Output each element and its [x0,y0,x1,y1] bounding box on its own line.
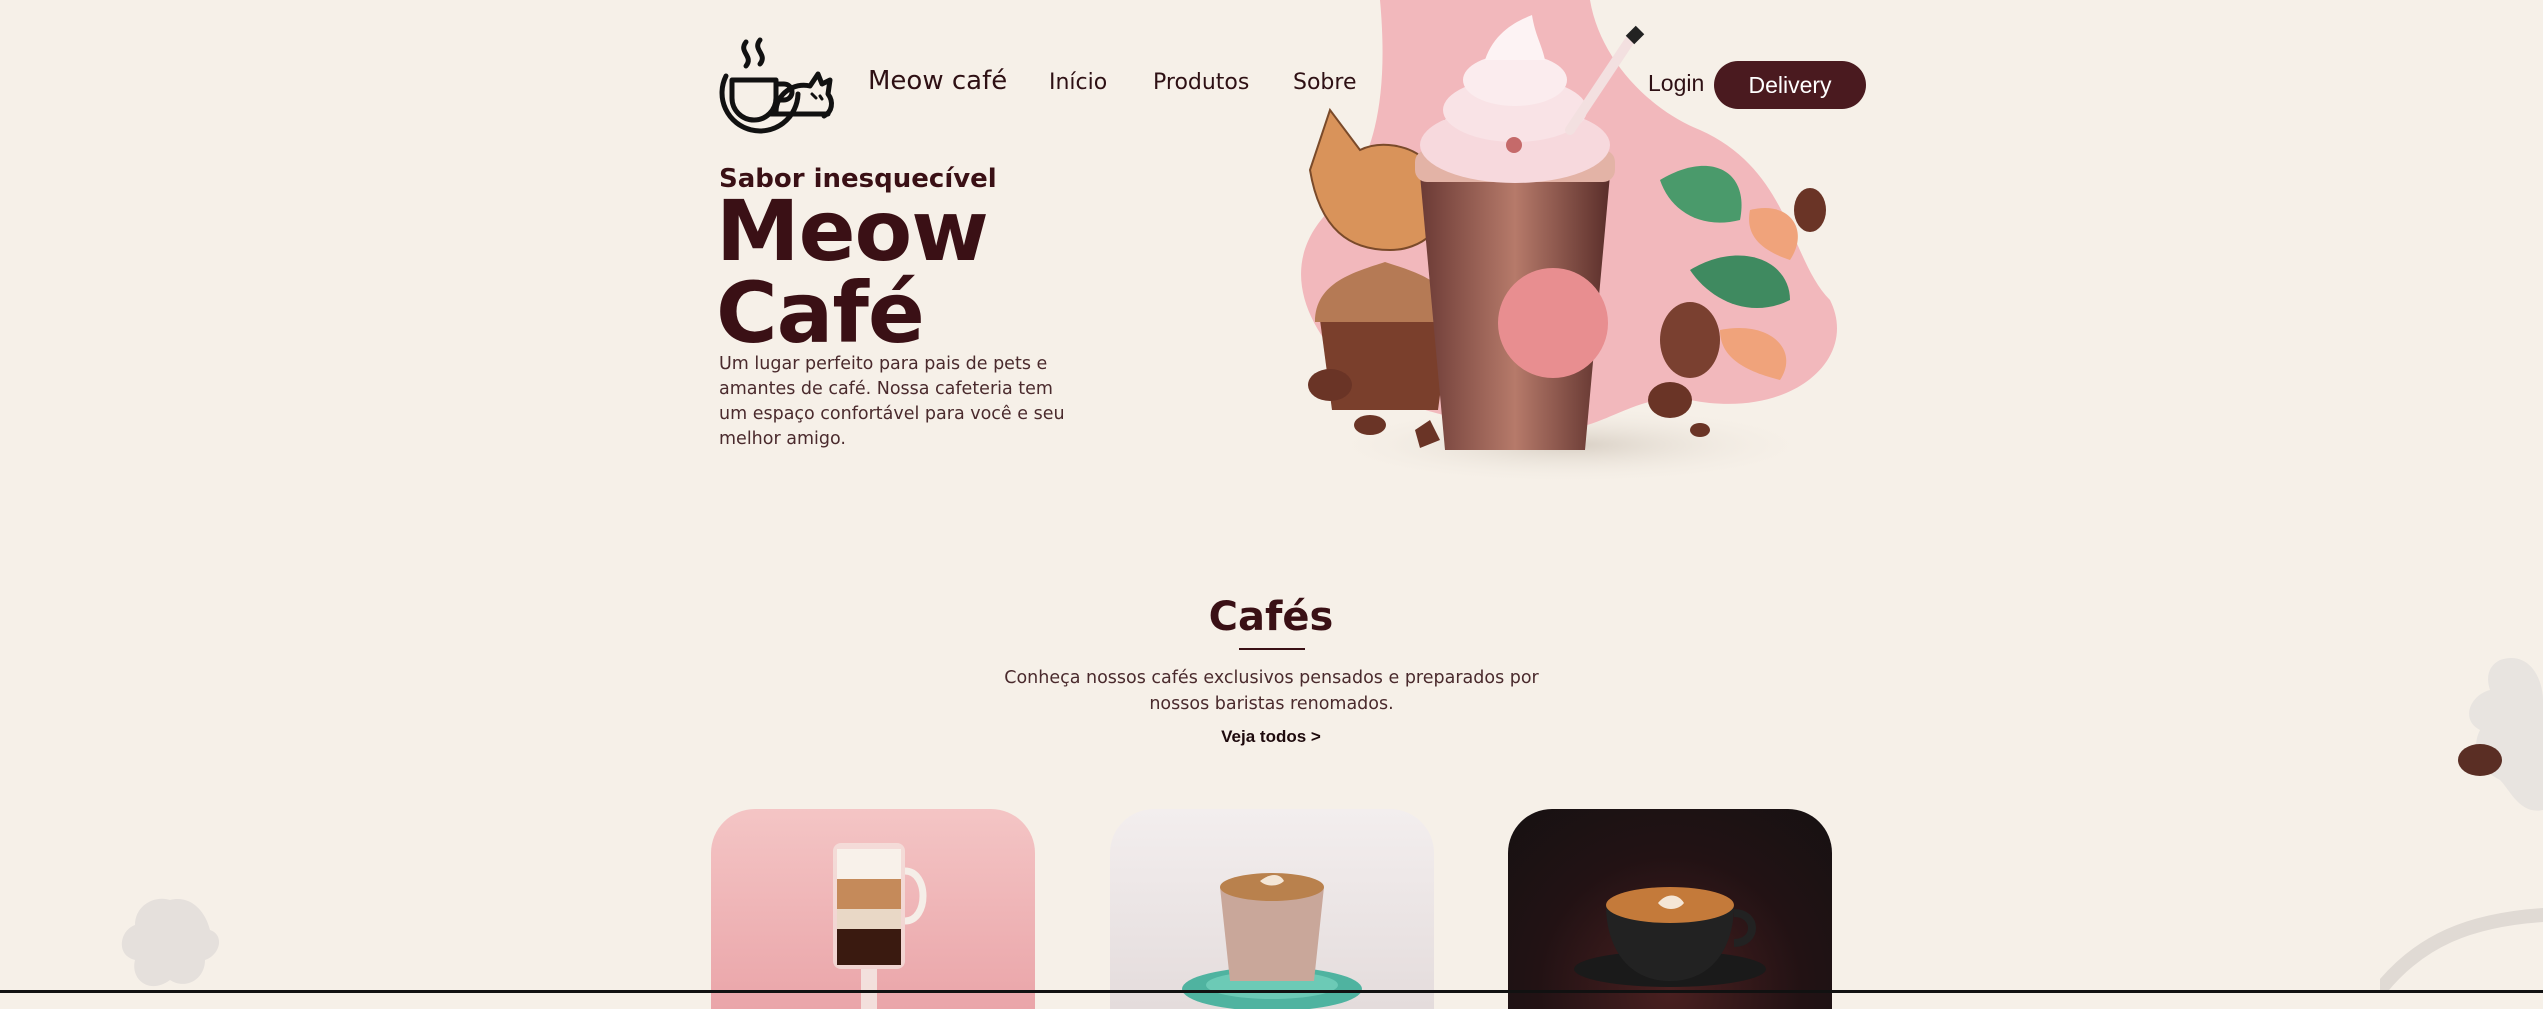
hero-title-line1: Meow [716,182,989,280]
cappuccino-cup-illustration [1574,887,1766,987]
section-description-cafes: Conheça nossos cafés exclusivos pensados… [1004,668,1539,714]
coffee-splash-decoration [121,898,220,987]
brand-name[interactable]: Meow café [868,66,1007,96]
hero-title-line2: Café [716,264,925,362]
flat-white-glass-illustration [1182,873,1362,1009]
hero-title: Meow Café [716,182,989,362]
section-title-cafes: Cafés [1208,594,1334,640]
hero-description: Um lugar perfeito para pais de pets e am… [719,354,1065,449]
nav-link-produtos[interactable]: Produtos [1153,70,1249,95]
cat-coffee-cup-icon[interactable] [716,36,836,134]
see-all-link[interactable]: Veja todos > [1160,727,1382,747]
coffee-card-latte-macchiato[interactable] [711,809,1035,1009]
section-title-underline [1239,648,1305,650]
coffee-splash-decoration-right [2458,658,2543,811]
hero-illustration [1301,0,1838,485]
nav-link-inicio[interactable]: Início [1049,70,1107,95]
coffee-stain-swoosh [2380,908,2543,993]
latte-macchiato-glass-illustration [833,843,927,1009]
coffee-card-cappuccino[interactable] [1508,809,1832,1009]
coffee-card-flat-white[interactable] [1110,809,1434,1009]
